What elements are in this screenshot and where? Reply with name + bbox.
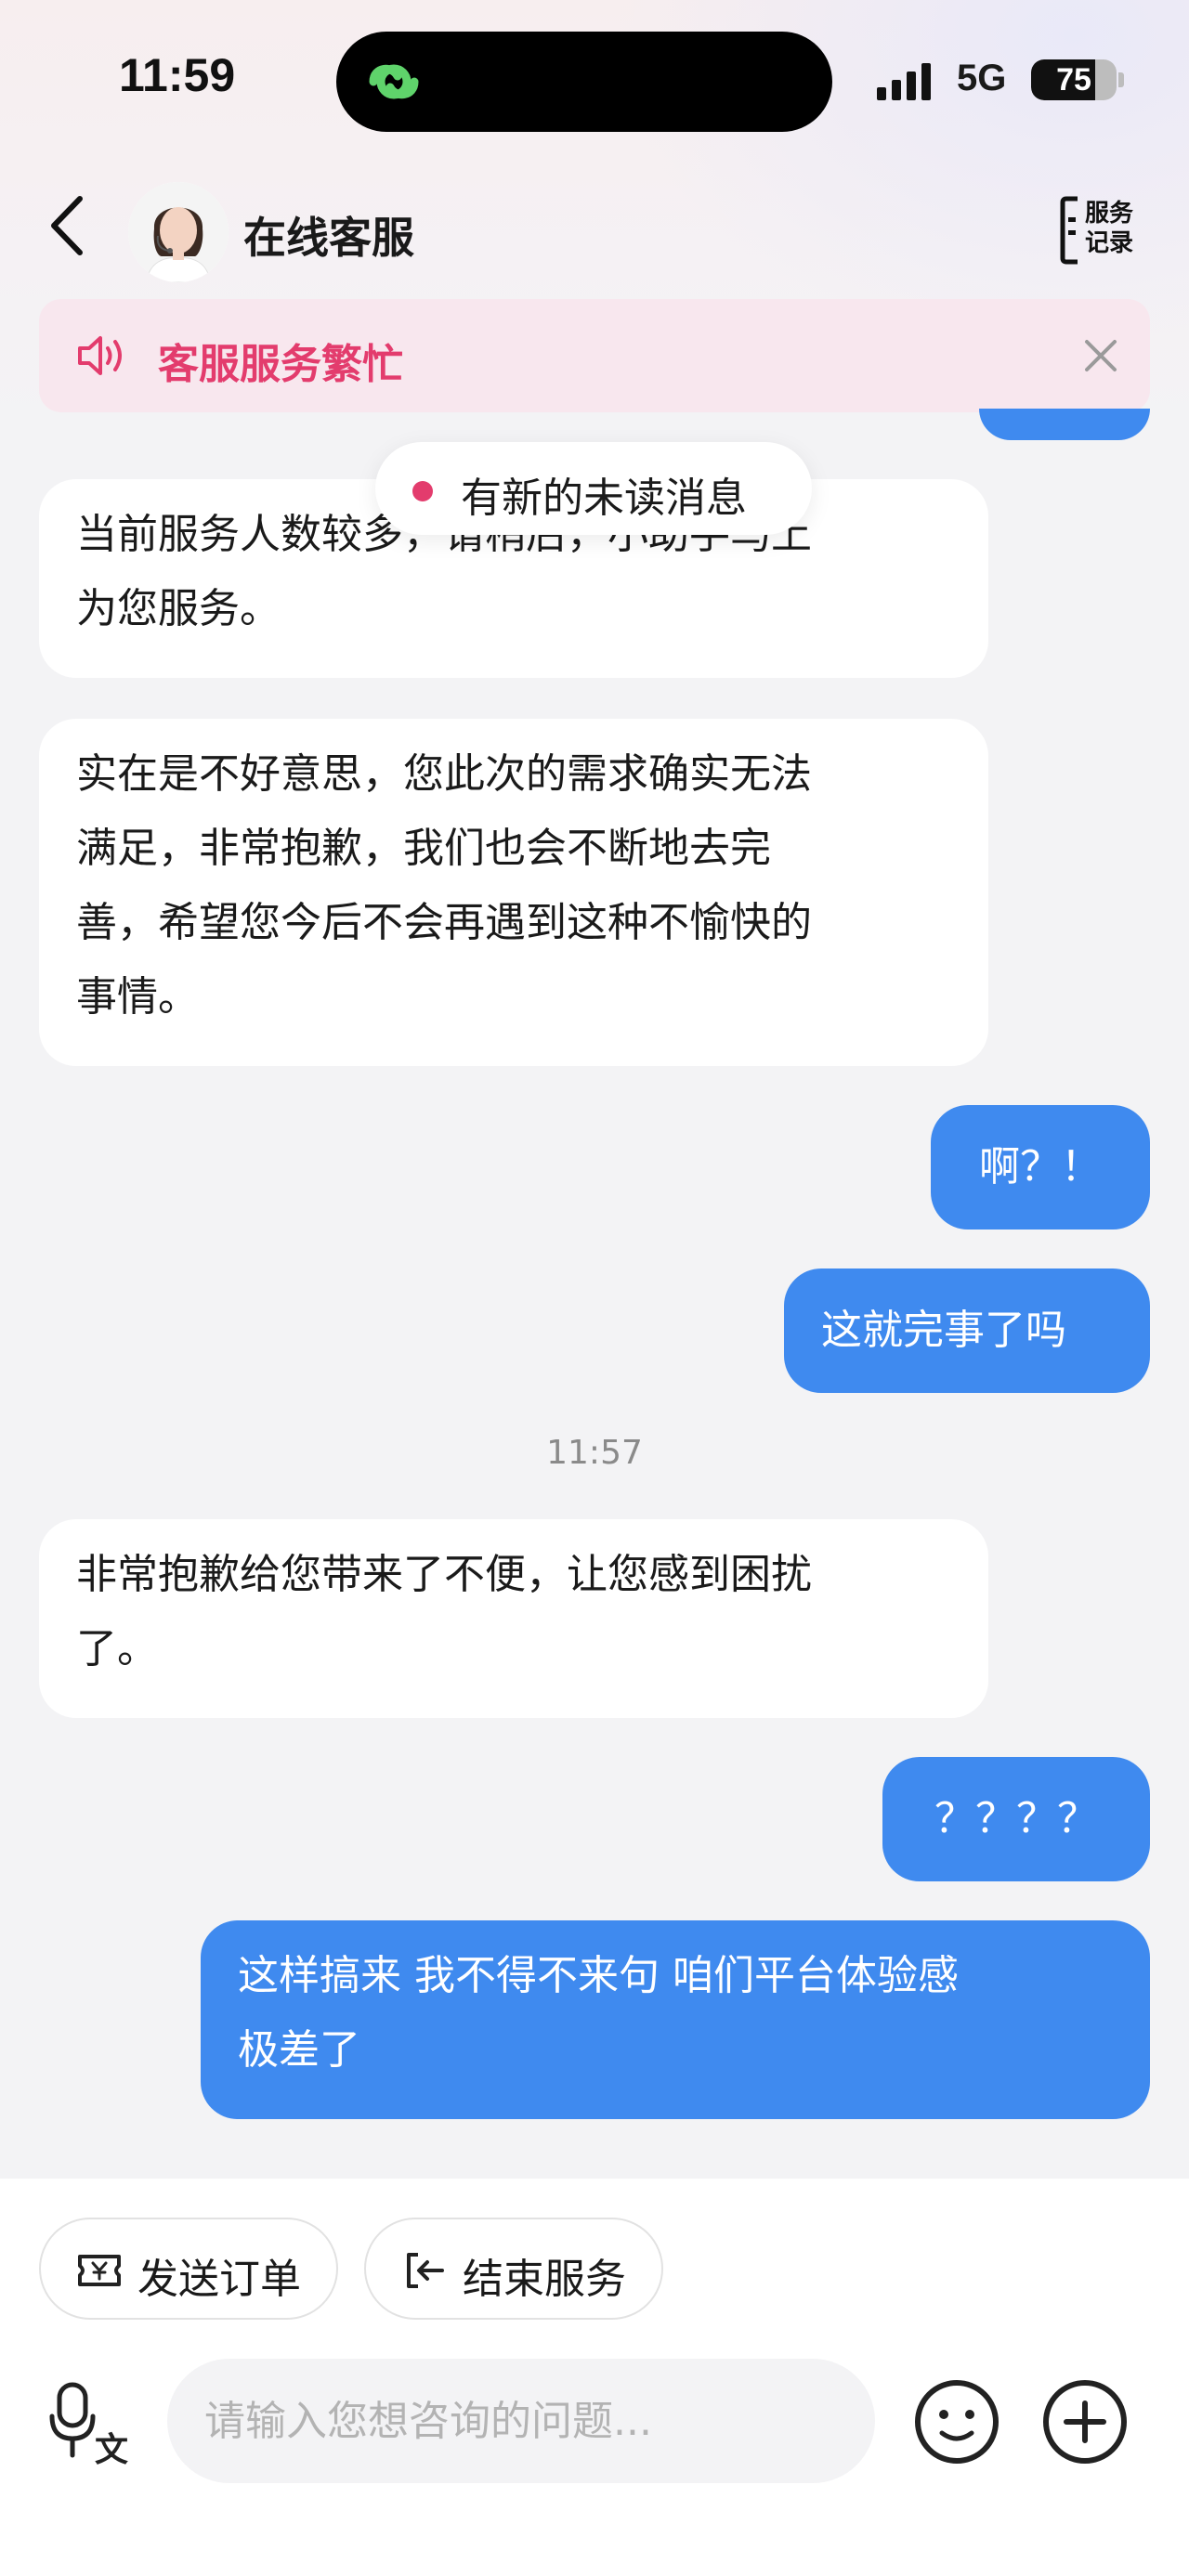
- outgoing-message: ？？？？: [882, 1757, 1150, 1881]
- plus-icon[interactable]: [1040, 2377, 1130, 2466]
- message-input[interactable]: [204, 2359, 845, 2483]
- message-input-box[interactable]: [167, 2359, 875, 2483]
- battery-cap: [1118, 72, 1124, 87]
- unread-messages-pill[interactable]: 有新的未读消息: [375, 442, 812, 535]
- record-label: 服务 记录: [1081, 199, 1137, 258]
- svg-text:文: 文: [95, 2431, 128, 2465]
- outgoing-message: 这样搞来 我不得不来句 咱们平台体验感 极差了: [201, 1920, 1150, 2119]
- battery-icon: 75: [1031, 59, 1117, 100]
- link-app-icon: [369, 64, 419, 99]
- exit-icon: [407, 2253, 444, 2288]
- back-button[interactable]: [45, 193, 91, 258]
- speaker-icon: [78, 336, 122, 375]
- end-service-button[interactable]: 结束服务: [364, 2218, 663, 2320]
- order-ticket-icon: [78, 2255, 121, 2286]
- incoming-message: 实在是不好意思，您此次的需求确实无法 满足，非常抱歉，我们也会不断地去完 善，希…: [39, 719, 988, 1066]
- outgoing-bubble-partial: [979, 409, 1150, 440]
- message-line: 这就完事了吗: [821, 1307, 1066, 1354]
- record-label-line2: 记录: [1084, 229, 1133, 257]
- close-icon[interactable]: [1079, 334, 1122, 377]
- send-order-button[interactable]: 发送订单: [39, 2218, 338, 2320]
- incoming-message: 非常抱歉给您带来了不便，让您感到困扰 了。: [39, 1519, 988, 1718]
- banner-text: 客服服务繁忙: [158, 341, 403, 388]
- status-time: 11:59: [119, 49, 236, 101]
- message-line: 这样搞来 我不得不来句 咱们平台体验感: [238, 1952, 959, 1999]
- message-line: 啊？！: [979, 1143, 1102, 1190]
- message-line: ？？？？: [934, 1795, 1098, 1842]
- agent-portrait-icon: [128, 182, 229, 282]
- message-line: 满足，非常抱歉，我们也会不断地去完: [76, 825, 771, 872]
- unread-text: 有新的未读消息: [461, 475, 747, 522]
- message-line: 极差了: [238, 2026, 360, 2074]
- battery-percent: 75: [1056, 62, 1091, 98]
- emoji-icon[interactable]: [912, 2377, 1001, 2466]
- timestamp: 11:57: [546, 1434, 643, 1472]
- send-order-label: 发送订单: [137, 2256, 301, 2303]
- service-record-button[interactable]: 服务 记录: [1059, 193, 1139, 267]
- outgoing-message: 啊？！: [931, 1105, 1150, 1229]
- message-line: 了。: [76, 1625, 158, 1672]
- agent-avatar: [128, 182, 229, 282]
- outgoing-message: 这就完事了吗: [784, 1268, 1150, 1393]
- message-line: 非常抱歉给您带来了不便，让您感到困扰: [76, 1551, 812, 1598]
- dynamic-island: [336, 32, 832, 132]
- record-label-line1: 服务: [1084, 200, 1133, 228]
- end-service-label: 结束服务: [463, 2256, 626, 2303]
- unread-dot: [412, 481, 433, 501]
- signal-icon: [877, 63, 931, 100]
- message-line: 事情。: [76, 973, 199, 1021]
- message-line: 为您服务。: [76, 585, 281, 632]
- message-line: 实在是不好意思，您此次的需求确实无法: [76, 750, 812, 798]
- network-type: 5G: [957, 58, 1007, 98]
- voice-to-text-icon[interactable]: 文: [46, 2381, 132, 2465]
- message-line: 善，希望您今后不会再遇到这种不愉快的: [76, 899, 812, 946]
- page-title: 在线客服: [243, 213, 414, 263]
- busy-banner: 客服服务繁忙: [39, 299, 1150, 412]
